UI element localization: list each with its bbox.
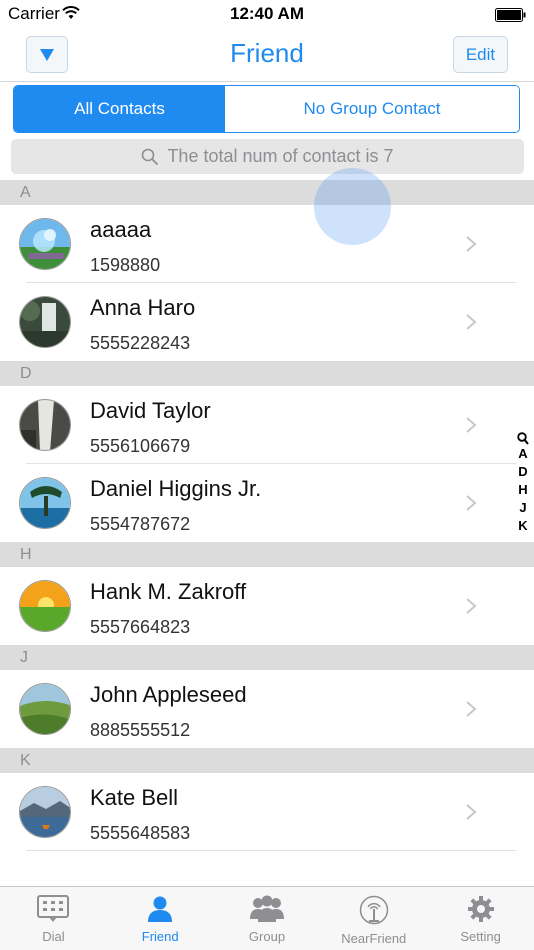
tab-setting[interactable]: Setting [427, 887, 534, 950]
section-header: J [0, 645, 534, 670]
segment-all-contacts[interactable]: All Contacts [14, 86, 225, 132]
status-bar: Carrier 12:40 AM [0, 0, 534, 30]
section-header: H [0, 542, 534, 567]
contact-name: Hank M. Zakroff [90, 579, 247, 604]
touch-indicator [314, 168, 391, 245]
avatar [19, 683, 71, 735]
contact-name: aaaaa [90, 217, 152, 242]
tab-nearfriend[interactable]: NearFriend [320, 887, 427, 950]
section-index[interactable]: A D H J K [516, 432, 530, 535]
contact-phone: 5554787672 [90, 514, 191, 534]
tab-label: Friend [141, 929, 179, 944]
avatar [19, 296, 71, 348]
contact-phone: 5556106679 [90, 436, 191, 456]
contact-name: John Appleseed [90, 682, 247, 707]
section-header: D [0, 361, 534, 386]
antenna-icon [359, 895, 389, 925]
tab-label: Setting [460, 929, 501, 944]
index-letter[interactable]: D [518, 463, 527, 481]
person-icon [148, 896, 173, 922]
chevron-right-icon [466, 598, 477, 614]
group-icon [249, 895, 284, 922]
section-header: A [0, 180, 534, 205]
avatar [19, 218, 71, 270]
contact-count-summary: The total num of contact is 7 [167, 146, 394, 166]
tab-label: Group [248, 929, 286, 944]
index-letter[interactable]: A [518, 445, 527, 463]
contact-phone: 1598880 [90, 255, 161, 275]
edit-button[interactable]: Edit [453, 36, 508, 73]
segment-no-group-contact[interactable]: No Group Contact [225, 86, 519, 132]
tab-bar: Dial Friend Group NearFriend Setting [0, 886, 534, 950]
search-icon [142, 148, 159, 165]
tab-label: Dial [42, 929, 65, 944]
contact-phone: 5555648583 [90, 823, 191, 843]
contact-row[interactable]: David Taylor 5556106679 [0, 386, 534, 464]
contact-name: Daniel Higgins Jr. [90, 476, 262, 501]
contact-phone: 5555228243 [90, 333, 191, 353]
dial-icon [37, 895, 70, 922]
avatar [19, 399, 71, 451]
contact-row[interactable]: Daniel Higgins Jr. 5554787672 [0, 464, 534, 542]
contact-row[interactable]: Kate Bell 5555648583 [0, 773, 534, 851]
chevron-right-icon [466, 495, 477, 511]
gear-icon [467, 896, 494, 922]
tab-group[interactable]: Group [214, 887, 321, 950]
contact-filter-segmented-control: All Contacts No Group Contact [13, 85, 520, 133]
contact-phone: 8885555512 [90, 720, 191, 740]
contact-list: A aaaaa 1598880 Anna Haro 5555228243 D D… [0, 180, 534, 851]
contact-row[interactable]: aaaaa 1598880 [0, 205, 534, 283]
index-search-icon[interactable] [517, 432, 529, 445]
tab-label: NearFriend [341, 931, 407, 946]
avatar [19, 786, 71, 838]
battery-icon [495, 8, 526, 22]
tab-dial[interactable]: Dial [0, 887, 107, 950]
contact-row[interactable]: Anna Haro 5555228243 [0, 283, 534, 361]
row-divider [26, 850, 516, 851]
contact-row[interactable]: John Appleseed 8885555512 [0, 670, 534, 748]
chevron-right-icon [466, 236, 477, 252]
status-time: 12:40 AM [229, 4, 304, 23]
search-bar[interactable]: The total num of contact is 7 [11, 139, 524, 174]
section-header: K [0, 748, 534, 773]
index-letter[interactable]: J [519, 499, 526, 517]
avatar [19, 477, 71, 529]
contact-row[interactable]: Hank M. Zakroff 5557664823 [0, 567, 534, 645]
chevron-right-icon [466, 804, 477, 820]
contact-name: Kate Bell [90, 785, 179, 810]
tab-friend[interactable]: Friend [107, 887, 214, 950]
contact-name: Anna Haro [90, 295, 196, 320]
index-letter[interactable]: H [518, 481, 527, 499]
contact-phone: 5557664823 [90, 617, 191, 637]
contact-name: David Taylor [90, 398, 211, 423]
index-letter[interactable]: K [518, 517, 527, 535]
chevron-right-icon [466, 417, 477, 433]
chevron-right-icon [466, 314, 477, 330]
avatar [19, 580, 71, 632]
chevron-right-icon [466, 701, 477, 717]
nav-bar: Friend Edit [0, 30, 534, 82]
